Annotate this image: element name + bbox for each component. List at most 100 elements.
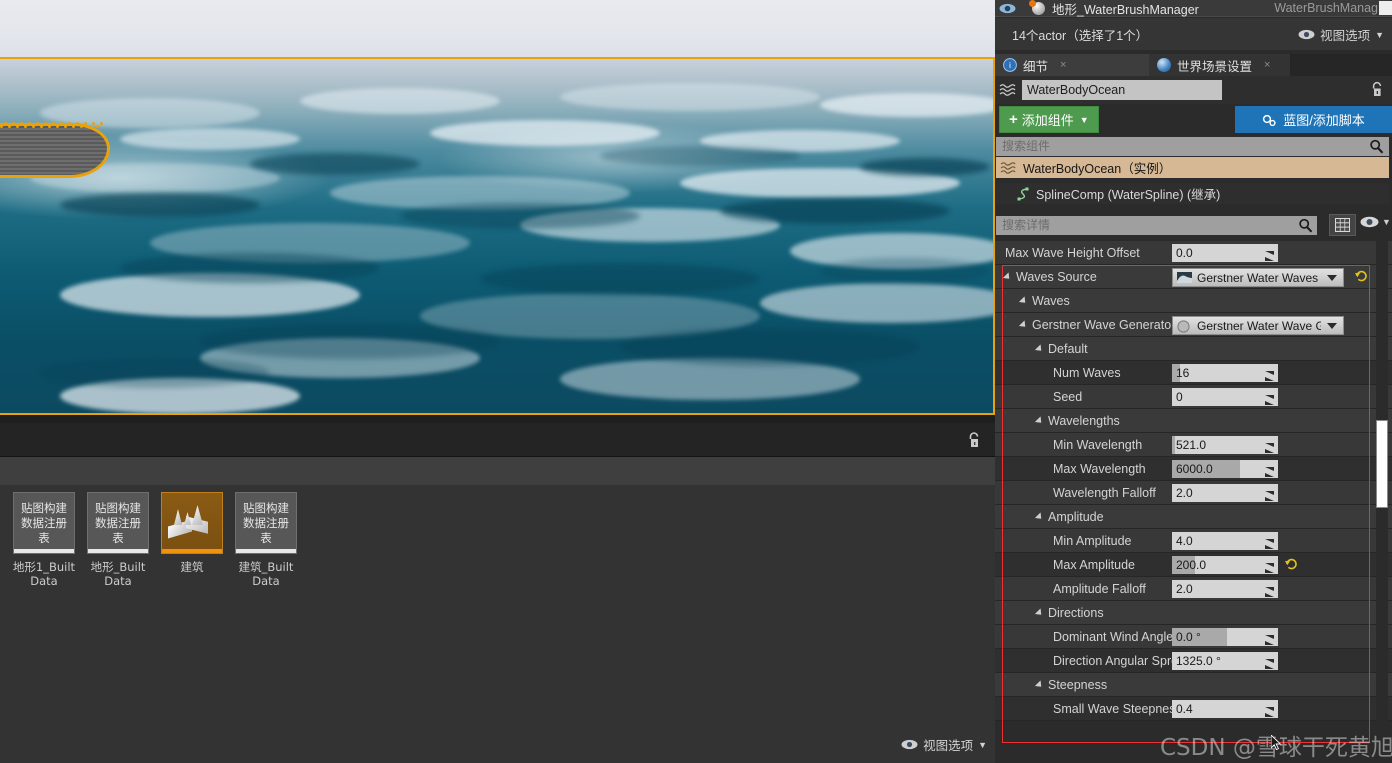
lock-icon[interactable] [1370, 81, 1384, 98]
details-scrollbar-thumb[interactable] [1376, 420, 1388, 508]
spinner-icon[interactable] [1265, 392, 1274, 402]
actor-name-field[interactable]: WaterBodyOcean [1022, 80, 1222, 100]
reset-to-default-icon[interactable] [1355, 270, 1368, 283]
reset-to-default-icon[interactable] [1285, 558, 1298, 571]
add-component-button[interactable]: + 添加组件 ▼ [999, 106, 1099, 133]
spinner-icon[interactable] [1265, 440, 1274, 450]
property-label: Direction Angular Spread [995, 654, 1172, 668]
property-number-input[interactable]: 0.0 [1172, 244, 1278, 262]
property-number-input[interactable]: 16 [1172, 364, 1278, 382]
component-row-waterbodyocean[interactable]: WaterBodyOcean（实例） [996, 157, 1389, 178]
property-row[interactable]: Default [995, 337, 1392, 361]
property-row[interactable]: Steepness [995, 673, 1392, 697]
property-number-input[interactable]: 2.0 [1172, 484, 1278, 502]
property-row[interactable]: Gerstner Wave Generator Gerstner Water Wa… [995, 313, 1392, 337]
property-row[interactable]: Seed 0 [995, 385, 1392, 409]
property-number-input[interactable]: 521.0 [1172, 436, 1278, 454]
expand-triangle-icon[interactable] [1035, 417, 1044, 426]
property-row[interactable]: Waves [995, 289, 1392, 313]
outliner-actor-type: WaterBrushManag [1274, 1, 1378, 15]
spinner-icon[interactable] [1265, 488, 1274, 498]
expand-triangle-icon[interactable] [1035, 681, 1044, 690]
outliner-scroll-thumb[interactable] [1379, 1, 1392, 15]
property-number-input[interactable]: 4.0 [1172, 532, 1278, 550]
component-row-splinecomp[interactable]: SplineComp (WaterSpline) (继承) [996, 183, 1389, 204]
property-row[interactable]: Direction Angular Spread1325.0 ° [995, 649, 1392, 673]
property-row[interactable]: Num Waves 16 [995, 361, 1392, 385]
property-asset-combo[interactable]: Gerstner Water Wave Gener [1172, 316, 1344, 335]
close-icon[interactable]: × [1264, 59, 1270, 71]
property-number-input[interactable]: 1325.0 ° [1172, 652, 1278, 670]
property-row[interactable]: Waves Source Gerstner Water Waves [995, 265, 1392, 289]
outliner-actor-name: 地形_WaterBrushManager [1052, 0, 1199, 18]
chevron-down-icon[interactable] [1327, 275, 1337, 281]
outliner-selected-row[interactable]: 地形_WaterBrushManager WaterBrushManag [995, 0, 1392, 17]
property-number-input[interactable]: 0 [1172, 388, 1278, 406]
property-row[interactable]: Max Wavelength 6000.0 [995, 457, 1392, 481]
details-search-input[interactable]: 搜索详情 [996, 216, 1317, 235]
property-row[interactable]: Amplitude [995, 505, 1392, 529]
expand-triangle-icon[interactable] [1035, 345, 1044, 354]
search-icon[interactable] [1298, 218, 1313, 233]
spinner-icon[interactable] [1265, 368, 1274, 378]
expand-triangle-icon[interactable] [1019, 297, 1028, 306]
spinner-icon[interactable] [1265, 248, 1274, 258]
property-row[interactable]: Max Amplitude 200.0 [995, 553, 1392, 577]
chevron-down-icon[interactable] [1327, 323, 1337, 329]
expand-triangle-icon[interactable] [1035, 513, 1044, 522]
property-asset-combo[interactable]: Gerstner Water Waves [1172, 268, 1344, 287]
property-row[interactable]: Dominant Wind Angle 0.0 ° [995, 625, 1392, 649]
spinner-icon[interactable] [1265, 584, 1274, 594]
content-browser-asset-grid[interactable]: 视图选项 ▼ 贴图构建 数据注册表地形1_Built Data 贴图构建 数据注册表地形… [0, 485, 995, 763]
property-number-input[interactable]: 200.0 [1172, 556, 1278, 574]
spinner-icon[interactable] [1265, 464, 1274, 474]
spinner-icon[interactable] [1265, 632, 1274, 642]
spinner-icon[interactable] [1265, 704, 1274, 714]
search-icon[interactable] [1369, 139, 1384, 154]
details-grid-view-button[interactable] [1329, 214, 1356, 236]
expand-triangle-icon[interactable] [1003, 273, 1012, 282]
property-number-input[interactable]: 0.0 ° [1172, 628, 1278, 646]
content-browser-view-options-button[interactable]: 视图选项 ▼ [901, 735, 987, 754]
lock-icon[interactable] [966, 431, 982, 449]
asset-tile[interactable]: 贴图构建 数据注册表地形_Built Data [81, 492, 155, 588]
asset-tile[interactable]: 贴图构建 数据注册表建筑_Built Data [229, 492, 303, 588]
expand-triangle-icon[interactable] [1019, 321, 1028, 330]
blueprint-add-script-label: 蓝图/添加脚本 [1283, 110, 1365, 129]
asset-tile[interactable]: 贴图构建 数据注册表地形1_Built Data [7, 492, 81, 588]
property-row[interactable]: Small Wave Steepness 0.4 [995, 697, 1392, 721]
property-label-text: Default [1048, 342, 1088, 356]
eye-icon [901, 739, 918, 750]
property-row[interactable]: Wavelengths [995, 409, 1392, 433]
eye-icon[interactable] [999, 3, 1016, 14]
component-label: SplineComp (WaterSpline) (继承) [1036, 184, 1220, 203]
property-row[interactable]: Directions [995, 601, 1392, 625]
details-visibility-options-button[interactable]: ▼ [1360, 216, 1391, 228]
spinner-icon[interactable] [1265, 560, 1274, 570]
asset-tile[interactable]: 建筑 [155, 492, 229, 574]
property-number-input[interactable]: 0.4 [1172, 700, 1278, 718]
property-label-text: Seed [1053, 390, 1082, 404]
expand-triangle-icon[interactable] [1035, 609, 1044, 618]
outliner-view-options-button[interactable]: 视图选项 ▼ [1298, 25, 1384, 44]
close-icon[interactable]: × [1060, 59, 1066, 71]
details-property-list[interactable]: Max Wave Height Offset 0.0 Waves Source Ger… [995, 241, 1392, 763]
property-number-input[interactable]: 6000.0 [1172, 460, 1278, 478]
property-row[interactable]: Min Wavelength 521.0 [995, 433, 1392, 457]
property-number-input[interactable]: 2.0 [1172, 580, 1278, 598]
landmass-selection [0, 123, 110, 178]
property-row[interactable]: Min Amplitude 4.0 [995, 529, 1392, 553]
blueprint-add-script-button[interactable]: 蓝图/添加脚本 [1235, 106, 1392, 133]
component-search-input[interactable]: 搜索组件 [996, 137, 1389, 156]
asset-type-bar [88, 549, 148, 553]
grid-view-icon [1335, 218, 1350, 232]
property-row[interactable]: Max Wave Height Offset 0.0 [995, 241, 1392, 265]
spinner-icon[interactable] [1265, 536, 1274, 546]
level-viewport[interactable] [0, 0, 995, 415]
tab-details[interactable]: i 细节 × [995, 54, 1149, 76]
property-label-text: Max Wave Height Offset [1005, 246, 1140, 260]
tab-world-settings[interactable]: 世界场景设置 × [1149, 54, 1290, 76]
spinner-icon[interactable] [1265, 656, 1274, 666]
property-row[interactable]: Wavelength Falloff 2.0 [995, 481, 1392, 505]
property-row[interactable]: Amplitude Falloff 2.0 [995, 577, 1392, 601]
